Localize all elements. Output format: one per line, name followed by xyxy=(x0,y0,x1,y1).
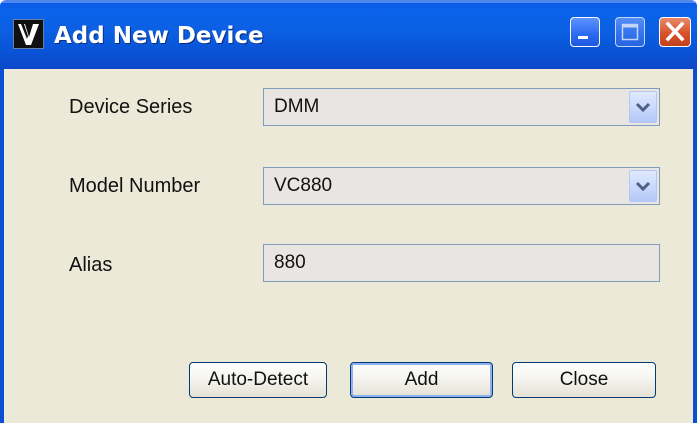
title-bar[interactable]: Add New Device xyxy=(0,0,697,69)
close-button[interactable]: Close xyxy=(512,362,656,398)
alias-label: Alias xyxy=(69,254,113,276)
alias-input[interactable]: 880 xyxy=(263,244,660,282)
model-number-dropdown-button[interactable] xyxy=(629,170,657,202)
maximize-button[interactable] xyxy=(615,17,645,47)
auto-detect-button[interactable]: Auto-Detect xyxy=(189,362,327,398)
alias-value: 880 xyxy=(274,252,306,273)
device-series-select[interactable]: DMM xyxy=(263,88,660,126)
app-logo-icon xyxy=(13,19,44,49)
device-series-label: Device Series xyxy=(69,96,193,118)
close-icon xyxy=(665,21,685,42)
model-number-value: VC880 xyxy=(274,175,333,196)
chevron-down-icon xyxy=(635,181,651,192)
minimize-icon xyxy=(578,36,588,39)
window-title: Add New Device xyxy=(54,23,264,49)
model-number-select[interactable]: VC880 xyxy=(263,167,660,205)
device-series-dropdown-button[interactable] xyxy=(629,91,657,123)
add-button[interactable]: Add xyxy=(350,362,493,398)
minimize-button[interactable] xyxy=(570,17,600,47)
maximize-icon xyxy=(621,23,639,41)
model-number-label: Model Number xyxy=(69,175,201,197)
add-new-device-window: Add New Device Device Series DMM Model N… xyxy=(0,0,697,423)
chevron-down-icon xyxy=(635,102,651,113)
close-window-button[interactable] xyxy=(659,17,691,47)
device-series-value: DMM xyxy=(274,96,320,117)
